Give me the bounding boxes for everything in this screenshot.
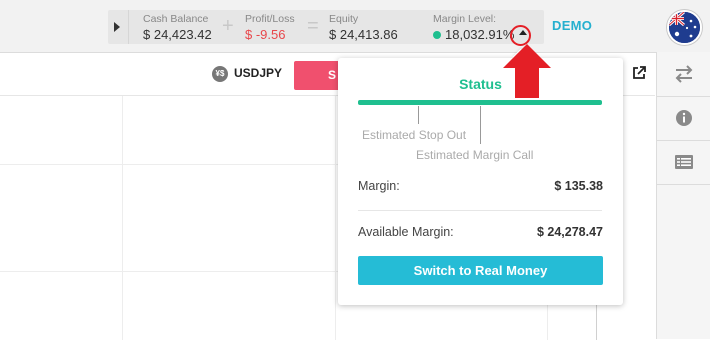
external-link-icon[interactable] <box>632 66 646 85</box>
margin-label: Margin: <box>358 179 400 193</box>
list-button[interactable] <box>657 140 710 185</box>
instrument-symbol[interactable]: USDJPY <box>234 66 282 80</box>
status-dot-icon <box>433 31 441 39</box>
australia-flag-icon[interactable] <box>667 10 702 45</box>
account-mode-demo[interactable]: DEMO <box>552 18 592 33</box>
margin-level-value: 18,032.91% <box>445 27 515 42</box>
profit-loss-value: $ -9.56 <box>245 27 286 42</box>
currency-symbol-icon: ¥$ <box>212 66 228 82</box>
equals-operator: = <box>307 15 319 37</box>
equity: Equity $ 24,413.86 <box>329 13 398 44</box>
available-margin-value: $ 24,278.47 <box>536 225 603 239</box>
margin-value: $ 135.38 <box>554 179 603 193</box>
switch-to-real-money-button[interactable]: Switch to Real Money <box>358 256 603 285</box>
margin-status-popup: Status Estimated Stop Out Estimated Marg… <box>338 58 623 305</box>
annotation-arrow-icon <box>499 42 555 105</box>
available-margin-label: Available Margin: <box>358 225 454 239</box>
divider <box>128 10 129 44</box>
equity-value: $ 24,413.86 <box>329 27 398 42</box>
info-button[interactable] <box>657 96 710 141</box>
transfer-button[interactable] <box>657 52 710 97</box>
estimated-stop-out-label: Estimated Stop Out <box>362 128 467 142</box>
status-title: Status <box>459 76 502 92</box>
margin-level-label: Margin Level: <box>433 13 497 25</box>
cash-balance-value: $ 24,423.42 <box>143 27 212 42</box>
estimated-margin-call-label: Estimated Margin Call <box>416 148 534 162</box>
transfer-arrows-icon <box>675 65 693 83</box>
plus-operator: + <box>222 15 234 37</box>
top-bar: Cash Balance $ 24,423.42 + Profit/Loss $… <box>0 0 710 53</box>
right-sidebar <box>656 52 710 339</box>
divider <box>358 210 602 211</box>
margin-call-marker <box>480 106 481 144</box>
cash-balance: Cash Balance $ 24,423.42 <box>143 13 212 44</box>
grid-line <box>335 96 336 340</box>
equity-label: Equity <box>329 13 359 25</box>
margin-status-bar <box>358 100 602 105</box>
margin-level: Margin Level: 18,032.91% <box>433 13 514 44</box>
sell-button[interactable]: S <box>294 61 344 90</box>
profit-loss-label: Profit/Loss <box>245 13 295 25</box>
list-icon <box>675 155 693 169</box>
grid-line <box>122 96 123 340</box>
account-summary-bar: Cash Balance $ 24,423.42 + Profit/Loss $… <box>108 10 544 44</box>
expand-triangle-icon[interactable] <box>114 22 120 32</box>
cash-balance-label: Cash Balance <box>143 13 209 25</box>
info-icon <box>676 110 692 126</box>
profit-loss: Profit/Loss $ -9.56 <box>245 13 295 44</box>
stop-out-marker <box>418 106 419 124</box>
